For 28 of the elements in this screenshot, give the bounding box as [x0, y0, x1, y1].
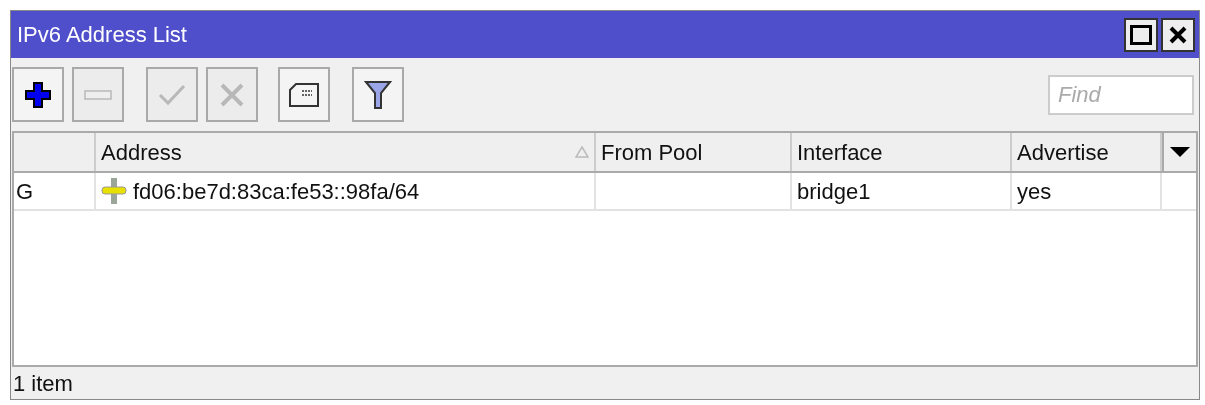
cross-icon	[219, 81, 245, 108]
column-header[interactable]: Interface	[792, 133, 1012, 171]
plus-icon	[24, 80, 52, 109]
table-cell: yes	[1012, 173, 1162, 209]
table-row[interactable]: G fd06:be7d:83ca:fe53::98fa/64 bridge1 yes	[14, 173, 1196, 211]
filter-button[interactable]	[352, 67, 404, 122]
add-button[interactable]	[12, 67, 64, 122]
dropdown-icon	[1169, 146, 1191, 158]
table-cell: G	[14, 173, 96, 209]
close-button[interactable]	[1161, 17, 1195, 52]
sort-icon	[575, 146, 589, 158]
window-title: IPv6 Address List	[16, 21, 187, 49]
check-icon	[158, 82, 186, 107]
minus-icon	[84, 89, 112, 100]
close-icon	[1168, 24, 1188, 45]
column-header[interactable]: Advertise	[1012, 133, 1162, 171]
status-text: 1 item	[13, 369, 73, 398]
note-icon	[288, 81, 320, 108]
column-header[interactable]: From Pool	[596, 133, 792, 171]
find-field[interactable]: Find	[1048, 74, 1194, 115]
maximize-button[interactable]	[1124, 17, 1158, 52]
table-cell-text: fd06:be7d:83ca:fe53::98fa/64	[133, 177, 420, 206]
comment-button[interactable]	[278, 67, 330, 122]
maximize-icon	[1130, 24, 1152, 45]
filter-icon	[364, 79, 392, 110]
table-cell: bridge1	[792, 173, 1012, 209]
address-icon	[101, 177, 127, 205]
column-header[interactable]: Address	[96, 133, 596, 171]
